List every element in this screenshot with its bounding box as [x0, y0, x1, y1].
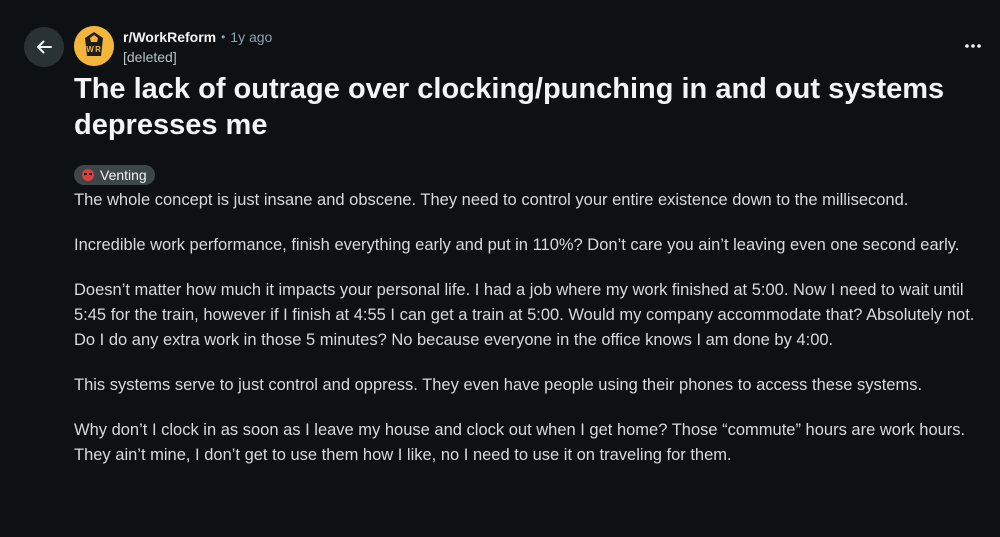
flair-label: Venting [100, 167, 147, 183]
meta-row: r/WorkReform • 1y ago [123, 27, 272, 47]
back-button[interactable] [24, 27, 64, 67]
body-paragraph: The whole concept is just insane and obs… [74, 191, 909, 209]
post-flair[interactable]: Venting [74, 165, 155, 185]
post-title: The lack of outrage over clocking/punchi… [74, 73, 945, 141]
subreddit-link[interactable]: r/WorkReform [123, 27, 216, 47]
body-paragraph: Why don’t I clock in as soon as I leave … [74, 421, 966, 464]
overflow-horizontal-icon [965, 44, 981, 48]
post-body: The whole concept is just insane and obs… [74, 188, 989, 488]
arrow-left-icon [37, 40, 52, 54]
meta-separator: • [221, 30, 226, 44]
post-meta: r/WorkReform • 1y ago [deleted] [123, 27, 272, 67]
workreform-logo-icon: W R [74, 26, 114, 66]
post-age: 1y ago [230, 29, 273, 45]
body-paragraph: Doesn’t matter how much it impacts your … [74, 281, 975, 349]
more-options-button[interactable] [958, 32, 988, 60]
body-paragraph: This systems serve to just control and o… [74, 376, 923, 394]
subreddit-avatar[interactable]: W R [74, 26, 114, 66]
body-paragraph: Incredible work performance, finish ever… [74, 236, 960, 254]
avatar-letter-r: R [95, 45, 101, 54]
avatar-letter-w: W [86, 45, 94, 54]
post-author[interactable]: [deleted] [123, 47, 272, 67]
angry-face-icon [82, 169, 94, 181]
